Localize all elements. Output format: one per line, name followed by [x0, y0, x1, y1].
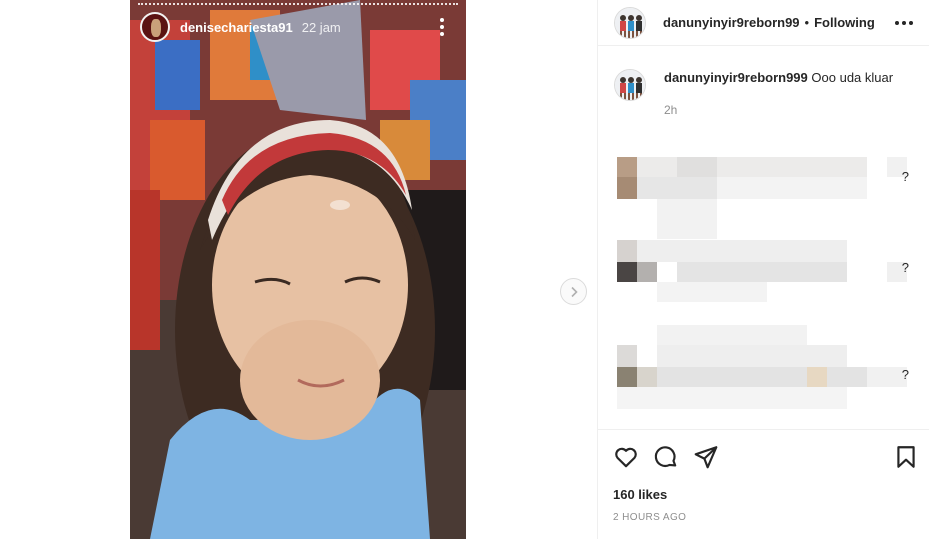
pixelated-comment-2: ? — [617, 240, 917, 305]
pixelated-comment-suffix: ? — [901, 169, 909, 184]
bookmark-icon[interactable] — [893, 444, 919, 470]
following-button[interactable]: Following — [814, 15, 875, 30]
comment-icon[interactable] — [653, 444, 679, 470]
caption-username[interactable]: danunyinyir9reborn999 — [664, 70, 808, 85]
caption-avatar[interactable] — [614, 69, 646, 101]
story-avatar[interactable] — [140, 12, 170, 42]
post-actions: 160 likes 2 HOURS AGO — [597, 429, 929, 539]
header-separator: • — [804, 15, 810, 30]
post-media-pane: denisechariesta91 22 jam — [0, 0, 597, 539]
caption: danunyinyir9reborn999 Ooo uda kluar 2h — [598, 46, 929, 119]
author-avatar[interactable] — [614, 6, 646, 39]
more-options-icon[interactable] — [895, 15, 913, 31]
caption-age: 2h — [664, 103, 678, 117]
post-header: danunyinyir9reborn99 • Following — [598, 0, 929, 46]
heart-icon[interactable] — [613, 444, 639, 470]
likes-count[interactable]: 160 likes — [613, 487, 667, 502]
story-header: denisechariesta91 22 jam — [140, 10, 456, 44]
pixelated-comment-1: ? — [617, 157, 917, 239]
pixelated-comment-3: ? — [617, 325, 917, 410]
pixelated-comment-suffix: ? — [901, 367, 909, 382]
chevron-right-icon[interactable] — [560, 278, 587, 305]
pixelated-comment-suffix: ? — [901, 260, 909, 275]
story-photo — [130, 0, 466, 539]
more-icon[interactable] — [434, 16, 450, 38]
paper-plane-icon[interactable] — [693, 444, 719, 470]
story-timestamp: 22 jam — [301, 19, 341, 35]
story-progress-bar — [138, 3, 458, 5]
post-timestamp: 2 HOURS AGO — [613, 512, 687, 523]
caption-text: Ooo uda kluar — [811, 70, 894, 85]
story-screenshot[interactable]: denisechariesta91 22 jam — [130, 0, 466, 539]
story-username[interactable]: denisechariesta91 — [180, 20, 293, 35]
caption-body: danunyinyir9reborn999 Ooo uda kluar 2h — [664, 69, 894, 119]
author-username[interactable]: danunyinyir9reborn99 — [663, 15, 800, 30]
